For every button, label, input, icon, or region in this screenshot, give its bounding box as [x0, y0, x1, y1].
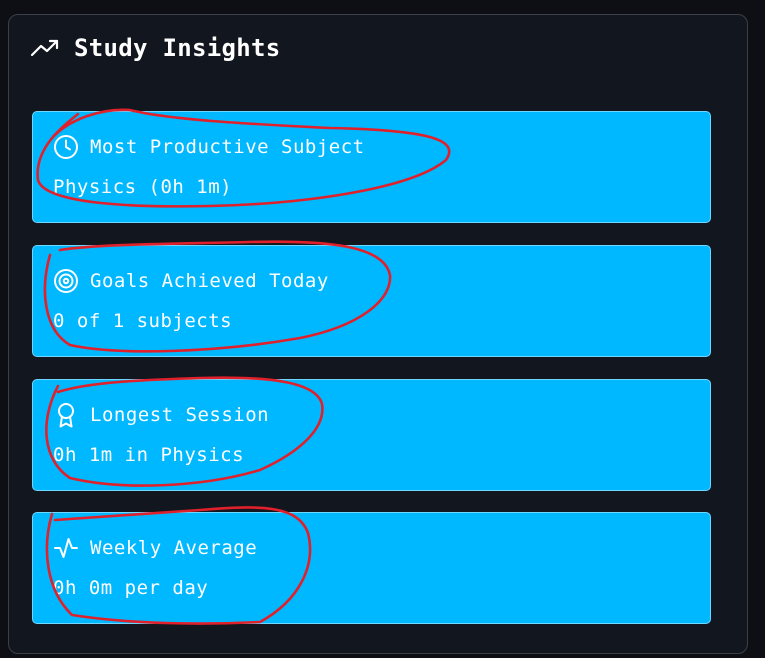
award-icon [58, 403, 74, 428]
clock-icon [54, 135, 78, 159]
insight-card-weekly-average: Weekly Average 0h 0m per day [32, 512, 711, 624]
insight-card-longest-session: Longest Session 0h 1m in Physics [32, 379, 711, 491]
panel-header: Study Insights [30, 34, 281, 62]
insight-label: Weekly Average [90, 537, 258, 559]
insight-value: 0h 0m per day [53, 577, 209, 599]
insight-card-goals-achieved: Goals Achieved Today 0 of 1 subjects [32, 245, 711, 357]
insight-label: Most Productive Subject [90, 136, 365, 158]
insight-label: Goals Achieved Today [90, 270, 329, 292]
insight-value: 0h 1m in Physics [53, 444, 245, 466]
insight-value: Physics (0h 1m) [53, 176, 233, 198]
trending-up-icon [30, 39, 59, 57]
target-icon [54, 269, 78, 293]
activity-icon [54, 538, 78, 558]
insight-value: 0 of 1 subjects [53, 310, 233, 332]
insight-card-most-productive-subject: Most Productive Subject Physics (0h 1m) [32, 111, 711, 223]
insight-label: Longest Session [90, 404, 270, 426]
panel-title: Study Insights [74, 34, 281, 62]
